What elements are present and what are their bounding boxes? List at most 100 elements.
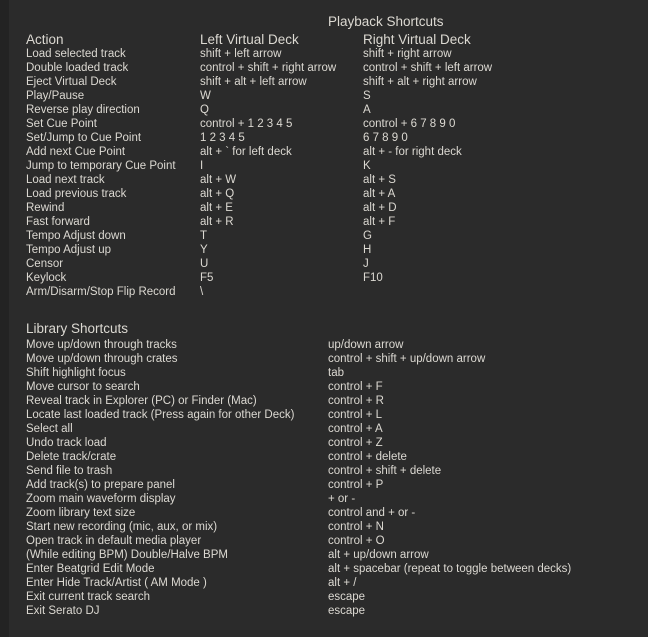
library-action-cell: Exit Serato DJ bbox=[26, 605, 100, 617]
playback-row: Reverse play direction Q A bbox=[0, 103, 648, 117]
playback-row: Tempo Adjust up Y H bbox=[0, 243, 648, 257]
playback-action-cell: Load previous track bbox=[26, 188, 127, 200]
library-left-deck-cell: alt + up/down arrow bbox=[328, 549, 429, 561]
library-row: Enter Beatgrid Edit Mode alt + spacebar (… bbox=[0, 562, 648, 576]
library-left-deck-cell: up/down arrow bbox=[328, 339, 404, 351]
library-row: Send file to trash control + shift + dele… bbox=[0, 464, 648, 478]
library-row: Start new recording (mic, aux, or mix) co… bbox=[0, 520, 648, 534]
playback-row: Double loaded track control + shift + rig… bbox=[0, 61, 648, 75]
playback-left-deck-cell: Y bbox=[200, 244, 208, 256]
playback-left-deck-cell: alt + Q bbox=[200, 188, 235, 200]
library-left-deck-cell: control + P bbox=[328, 479, 384, 491]
playback-row: Load previous track alt + Q alt + A bbox=[0, 187, 648, 201]
playback-row: Add next Cue Point alt + ` for left deck a… bbox=[0, 145, 648, 159]
playback-right-deck-cell: control + shift + left arrow bbox=[363, 62, 493, 74]
playback-row: Fast forward alt + R alt + F bbox=[0, 215, 648, 229]
library-left-deck-cell: control + N bbox=[328, 521, 384, 533]
library-action-cell: Zoom main waveform display bbox=[26, 493, 176, 505]
playback-row: Set/Jump to Cue Point 1 2 3 4 5 6 7 8 9 0 bbox=[0, 131, 648, 145]
playback-left-deck-cell: control + shift + right arrow bbox=[200, 62, 337, 74]
library-action-cell: Enter Beatgrid Edit Mode bbox=[26, 563, 155, 575]
playback-right-deck-cell: shift + alt + right arrow bbox=[363, 76, 477, 88]
library-row: Enter Hide Track/Artist ( AM Mode ) alt +… bbox=[0, 576, 648, 590]
library-row: Reveal track in Explorer (PC) or Finder … bbox=[0, 394, 648, 408]
playback-action-cell: Action bbox=[26, 32, 64, 47]
library-action-cell: Exit current track search bbox=[26, 591, 150, 603]
playback-shortcuts-table: Action Left Virtual Deck Right Virtual Dec… bbox=[0, 33, 648, 299]
library-left-deck-cell: control and + or - bbox=[328, 507, 416, 519]
playback-row: Set Cue Point control + 1 2 3 4 5 control … bbox=[0, 117, 648, 131]
playback-row: Arm/Disarm/Stop Flip Record \ bbox=[0, 285, 648, 299]
playback-left-deck-cell: U bbox=[200, 258, 209, 270]
library-row: Exit current track search escape bbox=[0, 590, 648, 604]
library-row: Select all control + A bbox=[0, 422, 648, 436]
library-row: Zoom library text size control and + or - bbox=[0, 506, 648, 520]
playback-action-cell: Fast forward bbox=[26, 216, 90, 228]
library-left-deck-cell: escape bbox=[328, 591, 366, 603]
playback-action-cell: Reverse play direction bbox=[26, 104, 140, 116]
library-action-cell: Zoom library text size bbox=[26, 507, 136, 519]
playback-right-deck-cell: alt + D bbox=[363, 202, 397, 214]
playback-action-cell: Add next Cue Point bbox=[26, 146, 126, 158]
library-left-deck-cell: alt + spacebar (repeat to toggle between… bbox=[328, 563, 572, 575]
playback-right-deck-cell: control + 6 7 8 9 0 bbox=[363, 118, 456, 130]
playback-action-cell: Double loaded track bbox=[26, 62, 129, 74]
library-left-deck-cell: alt + / bbox=[328, 577, 357, 589]
playback-row: Rewind alt + E alt + D bbox=[0, 201, 648, 215]
library-row: Open track in default media player contro… bbox=[0, 534, 648, 548]
library-action-cell: Undo track load bbox=[26, 437, 107, 449]
playback-left-deck-cell: alt + W bbox=[200, 174, 237, 186]
playback-row: Tempo Adjust down T G bbox=[0, 229, 648, 243]
playback-left-deck-cell: shift + left arrow bbox=[200, 48, 282, 60]
playback-action-cell: Load selected track bbox=[26, 48, 126, 60]
playback-row: Keylock F5 F10 bbox=[0, 271, 648, 285]
library-left-deck-cell: + or - bbox=[328, 493, 356, 505]
playback-row: Jump to temporary Cue Point I K bbox=[0, 159, 648, 173]
playback-header-row: Action Left Virtual Deck Right Virtual Dec… bbox=[0, 33, 648, 47]
playback-left-deck-cell: T bbox=[200, 230, 208, 242]
library-row: Exit Serato DJ escape bbox=[0, 604, 648, 618]
library-action-cell: Shift highlight focus bbox=[26, 367, 126, 379]
library-action-cell: Move cursor to search bbox=[26, 381, 140, 393]
playback-action-cell: Tempo Adjust up bbox=[26, 244, 112, 256]
playback-left-deck-cell: W bbox=[200, 90, 211, 102]
library-action-cell: (While editing BPM) Double/Halve BPM bbox=[26, 549, 228, 561]
playback-row: Eject Virtual Deck shift + alt + left arr… bbox=[0, 75, 648, 89]
library-row: Shift highlight focus tab bbox=[0, 366, 648, 380]
library-row: Move up/down through crates control + shi… bbox=[0, 352, 648, 366]
library-shortcuts-title: Library Shortcuts bbox=[26, 321, 129, 336]
playback-shortcuts-title: Playback Shortcuts bbox=[328, 14, 444, 29]
playback-action-cell: Keylock bbox=[26, 272, 67, 284]
library-row: Move up/down through tracks up/down arrow bbox=[0, 338, 648, 352]
playback-action-cell: Censor bbox=[26, 258, 64, 270]
library-left-deck-cell: control + L bbox=[328, 409, 383, 421]
library-row: Locate last loaded track (Press again fo… bbox=[0, 408, 648, 422]
library-shortcuts-table: Move up/down through tracks up/down arrow… bbox=[0, 338, 648, 618]
playback-action-cell: Set/Jump to Cue Point bbox=[26, 132, 142, 144]
library-row: Zoom main waveform display + or - bbox=[0, 492, 648, 506]
playback-left-deck-cell: Left Virtual Deck bbox=[200, 32, 299, 47]
playback-right-deck-cell: K bbox=[363, 160, 371, 172]
library-action-cell: Open track in default media player bbox=[26, 535, 202, 547]
library-action-cell: Start new recording (mic, aux, or mix) bbox=[26, 521, 218, 533]
playback-right-deck-cell: F10 bbox=[363, 272, 383, 284]
library-action-cell: Select all bbox=[26, 423, 73, 435]
playback-action-cell: Rewind bbox=[26, 202, 65, 214]
playback-right-deck-cell: Right Virtual Deck bbox=[363, 32, 471, 47]
playback-row: Load next track alt + W alt + S bbox=[0, 173, 648, 187]
playback-left-deck-cell: alt + R bbox=[200, 216, 234, 228]
library-action-cell: Send file to trash bbox=[26, 465, 113, 477]
playback-right-deck-cell: G bbox=[363, 230, 372, 242]
playback-right-deck-cell: 6 7 8 9 0 bbox=[363, 132, 408, 144]
playback-left-deck-cell: Q bbox=[200, 104, 209, 116]
playback-action-cell: Play/Pause bbox=[26, 90, 85, 102]
playback-right-deck-cell: S bbox=[363, 90, 371, 102]
library-left-deck-cell: control + O bbox=[328, 535, 385, 547]
library-row: (While editing BPM) Double/Halve BPM alt … bbox=[0, 548, 648, 562]
shortcuts-reference-page: Playback Shortcuts Action Left Virtual De… bbox=[0, 0, 648, 637]
playback-right-deck-cell: J bbox=[363, 258, 369, 270]
library-action-cell: Move up/down through crates bbox=[26, 353, 178, 365]
playback-action-cell: Load next track bbox=[26, 174, 105, 186]
playback-left-deck-cell: control + 1 2 3 4 5 bbox=[200, 118, 293, 130]
playback-row: Censor U J bbox=[0, 257, 648, 271]
